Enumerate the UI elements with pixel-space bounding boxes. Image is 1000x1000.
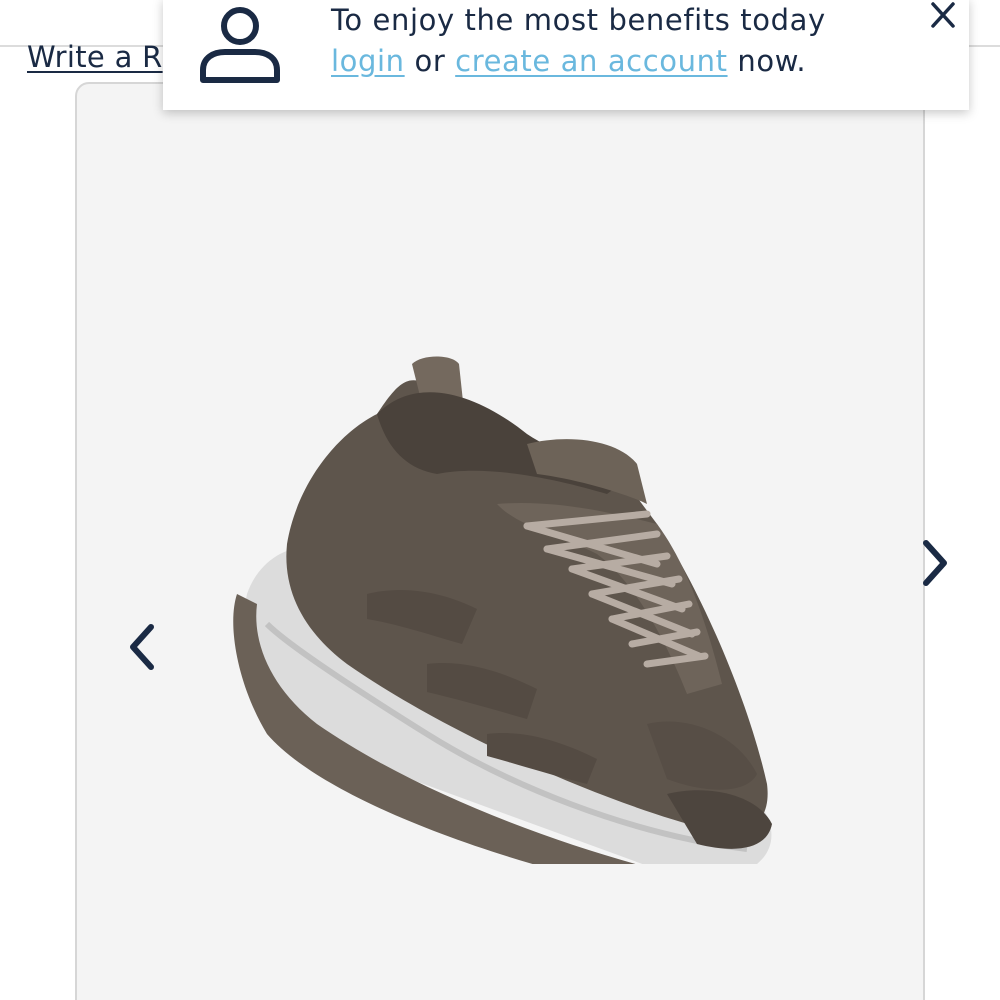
product-image-gallery <box>75 82 925 1000</box>
user-icon <box>200 7 280 83</box>
login-link[interactable]: login <box>331 44 405 78</box>
next-image-button[interactable] <box>914 535 954 591</box>
chevron-right-icon <box>923 540 947 586</box>
create-account-link[interactable]: create an account <box>455 44 727 78</box>
product-image[interactable] <box>227 264 787 864</box>
close-banner-button[interactable] <box>925 0 961 34</box>
login-prompt-message: To enjoy the most benefits today <box>331 3 826 37</box>
write-review-link[interactable]: Write a R <box>27 40 163 74</box>
or-text: or <box>404 44 456 78</box>
now-text: now. <box>727 44 807 78</box>
chevron-left-icon <box>130 624 154 670</box>
login-prompt-actions: login or create an account now. <box>331 44 806 78</box>
page: Write a R To enjoy the most benefits tod… <box>0 0 1000 1000</box>
login-prompt-banner: To enjoy the most benefits today login o… <box>163 0 969 110</box>
previous-image-button[interactable] <box>123 619 163 675</box>
close-icon <box>931 2 955 28</box>
